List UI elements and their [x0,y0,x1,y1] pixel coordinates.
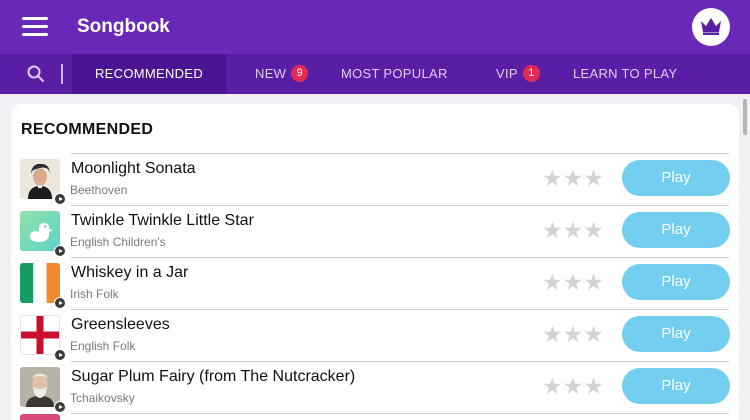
song-row[interactable]: Moonlight Sonata Beethoven ★★★ Play [11,154,739,206]
play-button[interactable]: Play [622,160,730,196]
song-title: Sugar Plum Fairy (from The Nutcracker) [71,368,356,385]
tab-divider [61,64,63,84]
song-row[interactable]: Sugar Plum Fairy (from The Nutcracker) T… [11,362,739,414]
play-button[interactable]: Play [622,212,730,248]
crown-icon [701,18,721,35]
new-count-badge: 9 [291,65,309,83]
play-button[interactable]: Play [622,264,730,300]
preview-play-icon[interactable] [54,297,66,309]
preview-play-icon[interactable] [54,401,66,413]
song-artist: Tchaikovsky [70,391,135,405]
app-title: Songbook [77,16,170,37]
vip-count-badge: 1 [522,65,540,83]
scrollbar[interactable] [743,99,747,135]
divider [71,413,729,414]
beethoven-thumbnail[interactable] [20,159,60,199]
tchaikovsky-thumbnail[interactable] [20,367,60,407]
song-artist: English Folk [70,339,136,353]
play-button[interactable]: Play [622,368,730,404]
preview-play-icon[interactable] [54,245,66,257]
song-title: Twinkle Twinkle Little Star [71,212,254,229]
difficulty-stars: ★★★ [542,269,604,295]
tab-learn-to-play[interactable]: LEARN TO PLAY [573,54,677,94]
song-artist: English Children's [70,235,166,249]
next-song-thumbnail[interactable] [20,414,60,420]
tab-overflow-fade [720,54,750,94]
tab-most-popular[interactable]: MOST POPULAR [341,54,448,94]
song-row[interactable]: Greensleeves English Folk ★★★ Play [11,310,739,362]
song-row[interactable]: Whiskey in a Jar Irish Folk ★★★ Play [11,258,739,310]
tab-new[interactable]: NEW 9 [255,54,309,94]
difficulty-stars: ★★★ [542,217,604,243]
category-tab-bar: RECOMMENDED NEW 9 MOST POPULAR VIP 1 LEARN… [0,54,750,94]
english-flag-thumbnail[interactable] [20,315,60,355]
song-row[interactable]: Twinkle Twinkle Little Star English Chil… [11,206,739,258]
preview-play-icon[interactable] [54,193,66,205]
tab-vip[interactable]: VIP 1 [496,54,540,94]
song-title: Greensleeves [71,316,170,333]
song-artist: Irish Folk [70,287,119,301]
difficulty-stars: ★★★ [542,373,604,399]
difficulty-stars: ★★★ [542,321,604,347]
search-icon[interactable] [26,64,46,84]
vip-crown-button[interactable] [692,8,730,46]
song-title: Whiskey in a Jar [71,264,189,281]
tab-recommended[interactable]: RECOMMENDED [72,54,226,94]
recommended-card: RECOMMENDED Moonlight Sonata Beethoven ★… [11,104,739,420]
top-app-bar: Songbook [0,0,750,54]
hamburger-menu-icon[interactable] [22,15,50,37]
irish-flag-thumbnail[interactable] [20,263,60,303]
song-artist: Beethoven [70,183,128,197]
difficulty-stars: ★★★ [542,165,604,191]
section-title: RECOMMENDED [21,121,154,138]
song-title: Moonlight Sonata [71,160,196,177]
play-button[interactable]: Play [622,316,730,352]
preview-play-icon[interactable] [54,349,66,361]
duck-thumbnail[interactable] [20,211,60,251]
